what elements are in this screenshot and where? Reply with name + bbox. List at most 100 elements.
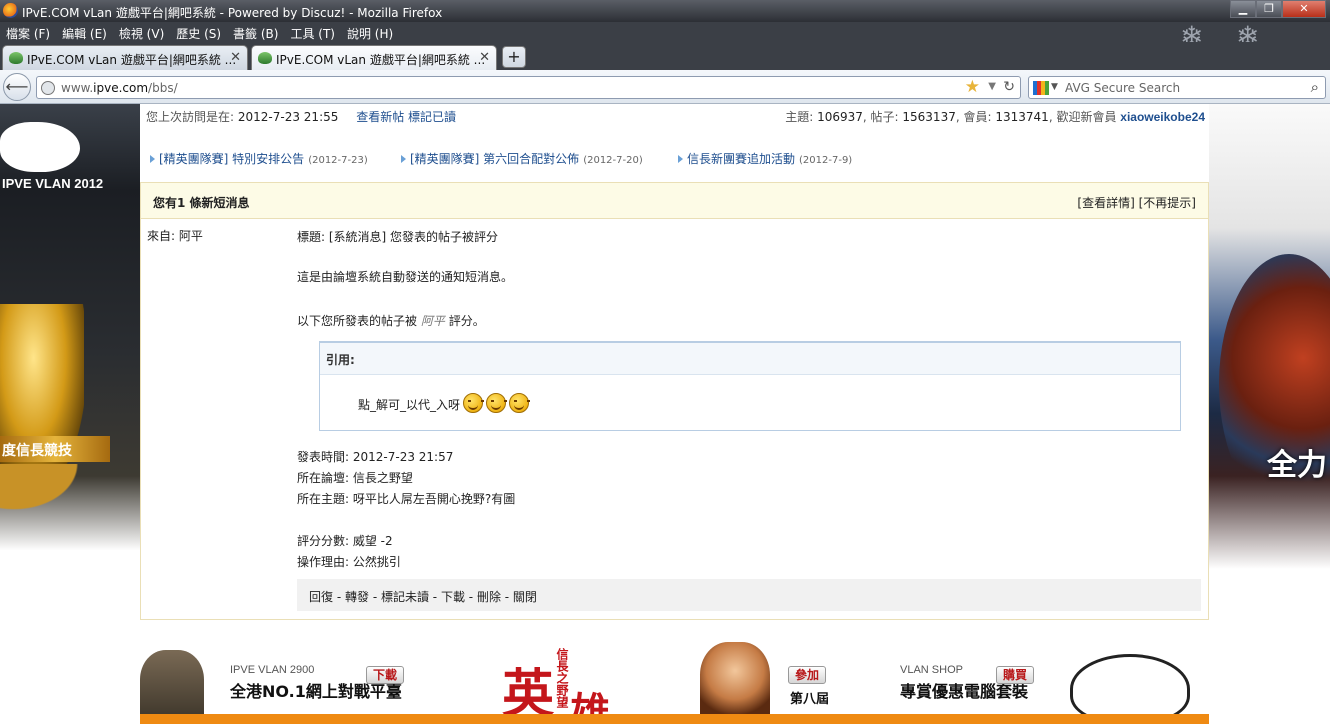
close-button[interactable]: ✕ [1282, 0, 1326, 18]
site-favicon-icon [9, 52, 23, 64]
reply-link[interactable]: 回復 [309, 590, 333, 604]
announcement-item[interactable]: 信長新團賽追加活動 (2012-7-9) [678, 150, 852, 167]
menu-edit[interactable]: 編輯 (E) [56, 22, 113, 42]
forward-link[interactable]: 轉發 [345, 590, 369, 604]
private-message-box: 您有1 條新短消息 [查看詳情] [不再提示] 來自: 阿平 標題: [系統消息… [140, 182, 1209, 620]
rating-details: 發表時間: 2012-7-23 21:57 所在論壇: 信長之野望 所在主題: … [297, 447, 515, 573]
url-text[interactable]: www.ipve.com/bbs/ [61, 81, 178, 95]
left-side-banner[interactable]: IPVE VLAN 2012 度信長競技 [0, 104, 140, 724]
quote-label: 引用: [320, 343, 1180, 375]
menu-help[interactable]: 說明 (H) [341, 22, 399, 42]
grin-smiley-icon [463, 393, 485, 413]
window-titlebar: IPvE.COM vLan 遊戲平台|網吧系統 - Powered by Dis… [0, 0, 1330, 22]
join-button[interactable]: 參加 [788, 666, 827, 684]
pm-actions: 回復 - 轉發 - 標記未讀 - 下載 - 刪除 - 關閉 [297, 579, 1201, 611]
forum-stats: 主題: 106937, 帖子: 1563137, 會員: 1313741, 歡迎… [785, 110, 1205, 124]
last-visit-time: 2012-7-23 21:55 [237, 110, 339, 124]
site-favicon-icon [258, 52, 272, 64]
view-detail-link[interactable]: [查看詳情] [1077, 196, 1134, 210]
right-side-banner[interactable]: 全力 [1209, 104, 1330, 724]
pm-line: 以下您所發表的帖子被 阿平 評分。 [297, 314, 485, 328]
quote-text: 點_解可_以代_入呀 [358, 393, 531, 415]
reload-icon[interactable]: ↻ [1003, 79, 1015, 95]
new-posts-link[interactable]: 查看新帖 [356, 110, 404, 124]
search-engine-dropdown-icon[interactable]: ▼ [1051, 82, 1058, 92]
grin-smiley-icon [486, 393, 508, 413]
tab-close-icon[interactable]: ✕ [230, 50, 241, 65]
announcement-item[interactable]: [精英團隊賽] 第六回合配對公佈 (2012-7-20) [401, 150, 643, 167]
back-button[interactable]: ⟵ [3, 73, 31, 101]
buy-button[interactable]: 購買 [996, 666, 1035, 684]
download-link[interactable]: 下載 [441, 590, 465, 604]
download-button[interactable]: 下載 [366, 666, 405, 684]
firefox-icon [3, 3, 18, 18]
rater-name: 阿平 [420, 314, 445, 328]
decorative-shape [0, 122, 80, 172]
post-topic: 所在主題: 呀平比人屌左吾開心挽野?有圖 [297, 492, 516, 506]
mark-read-link[interactable]: 標記已讀 [408, 110, 456, 124]
close-link[interactable]: 關閉 [513, 590, 537, 604]
right-banner-caption: 全力 [1267, 448, 1327, 483]
hero-event-logo: 英 信長之野望 雄 [500, 642, 770, 724]
search-bar[interactable]: ▼ AVG Secure Search ⌕ [1028, 76, 1326, 99]
pm-header-links: [查看詳情] [不再提示] [1077, 194, 1196, 211]
tab-ipve-2[interactable]: IPvE.COM vLan 遊戲平台|網吧系統 ... ✕ [251, 45, 497, 70]
menu-bookmarks[interactable]: 書籤 (B) [227, 22, 284, 42]
avg-logo-icon[interactable] [1033, 81, 1049, 95]
bookmark-star-icon[interactable]: ★ [965, 77, 980, 97]
soldier-artwork [140, 650, 204, 724]
menu-file[interactable]: 檔案 (F) [0, 22, 56, 42]
dropdown-arrow-icon[interactable]: ▼ [988, 81, 996, 92]
page-viewport: IPVE VLAN 2012 度信長競技 全力 您上次訪問是在: 2012-7-… [0, 104, 1330, 724]
post-forum: 所在論壇: 信長之野望 [297, 471, 413, 485]
last-visit: 您上次訪問是在: 2012-7-23 21:55 查看新帖 標記已讀 [146, 110, 457, 124]
tab-label: IPvE.COM vLan 遊戲平台|網吧系統 ... [276, 53, 486, 67]
banner-stripe [140, 714, 1209, 724]
newest-member-link[interactable]: xiaoweikobe24 [1120, 110, 1205, 124]
tab-ipve-1[interactable]: IPvE.COM vLan 遊戲平台|網吧系統 ... ✕ [2, 45, 248, 70]
left-banner-caption: 度信長競技 [0, 436, 110, 462]
decorative-swoosh [0, 464, 140, 554]
members-count: 1313741 [995, 110, 1049, 124]
bullet-arrow-icon [401, 155, 406, 163]
menu-tools[interactable]: 工具 (T) [284, 22, 341, 42]
post-time: 發表時間: 2012-7-23 21:57 [297, 450, 454, 464]
hero-character-artwork [700, 642, 770, 724]
tab-label: IPvE.COM vLan 遊戲平台|網吧系統 ... [27, 53, 237, 67]
forum-info-line: 您上次訪問是在: 2012-7-23 21:55 查看新帖 標記已讀 主題: 1… [140, 104, 1209, 126]
announcements: [精英團隊賽] 特別安排公告 (2012-7-23) [精英團隊賽] 第六回合配對… [140, 146, 1209, 168]
maximize-button[interactable]: ❐ [1256, 0, 1282, 18]
rating-score: 評分分數: 威望 -2 [297, 534, 393, 548]
window-title: IPvE.COM vLan 遊戲平台|網吧系統 - Powered by Dis… [22, 6, 443, 20]
menu-view[interactable]: 檢視 (V) [113, 22, 170, 42]
new-tab-button[interactable]: + [502, 46, 526, 68]
window-controls: ▁ ❐ ✕ [1230, 0, 1326, 18]
grin-smiley-icon [509, 393, 531, 413]
no-remind-link[interactable]: [不再提示] [1139, 196, 1196, 210]
menu-history[interactable]: 歷史 (S) [170, 22, 227, 42]
pm-sender: 來自: 阿平 [147, 229, 203, 243]
search-input[interactable]: AVG Secure Search [1065, 81, 1180, 95]
tab-close-icon[interactable]: ✕ [479, 50, 490, 65]
pm-line: 這是由論壇系統自動發送的通知短消息。 [297, 270, 514, 284]
pm-header-title: 您有1 條新短消息 [153, 196, 250, 210]
minimize-button[interactable]: ▁ [1230, 0, 1256, 18]
announcement-item[interactable]: [精英團隊賽] 特別安排公告 (2012-7-23) [150, 150, 368, 167]
rating-reason: 操作理由: 公然挑引 [297, 555, 401, 569]
globe-icon [41, 81, 55, 95]
tab-bar: IPvE.COM vLan 遊戲平台|網吧系統 ... ✕ IPvE.COM v… [0, 42, 1330, 70]
pm-header: 您有1 條新短消息 [查看詳情] [不再提示] [141, 183, 1208, 219]
search-icon[interactable]: ⌕ [1311, 78, 1319, 96]
pm-subject: 標題: [系統消息] 您發表的帖子被評分 [297, 230, 499, 244]
footer-ad-banner[interactable]: IPVE VLAN 2900 全港NO.1網上對戰平臺 下載 英 信長之野望 雄… [140, 636, 1209, 724]
posts-count: 1563137 [902, 110, 956, 124]
topics-count: 106937 [817, 110, 863, 124]
bullet-arrow-icon [678, 155, 683, 163]
delete-link[interactable]: 刪除 [477, 590, 501, 604]
bullet-arrow-icon [150, 155, 155, 163]
url-bar[interactable]: www.ipve.com/bbs/ ★ ▼ ↻ [36, 76, 1021, 99]
menu-bar: 檔案 (F) 編輯 (E) 檢視 (V) 歷史 (S) 書籤 (B) 工具 (T) 說明 (… [0, 20, 1330, 53]
mark-unread-link[interactable]: 標記未讀 [381, 590, 429, 604]
forum-content: 您上次訪問是在: 2012-7-23 21:55 查看新帖 標記已讀 主題: 1… [140, 104, 1209, 724]
